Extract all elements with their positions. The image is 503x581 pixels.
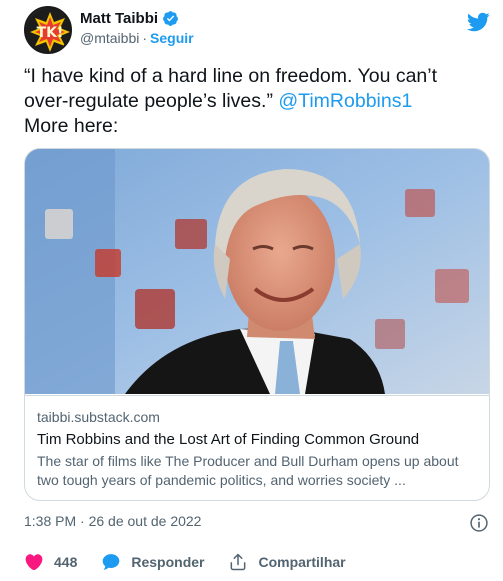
separator: · bbox=[142, 30, 148, 46]
card-domain: taibbi.substack.com bbox=[37, 409, 160, 425]
card-description: The star of films like The Producer and … bbox=[37, 453, 459, 488]
follow-button[interactable]: Seguir bbox=[150, 30, 194, 46]
mention-link[interactable]: @TimRobbins1 bbox=[278, 90, 412, 112]
tweet-timestamp[interactable]: 1:38 PM · 26 de out de 2022 bbox=[24, 513, 201, 529]
author-name[interactable]: Matt Taibbi bbox=[80, 10, 158, 27]
action-bar: 448 Responder Compartilhar bbox=[24, 551, 370, 573]
tweet-text: “I have kind of a hard line on freedom. … bbox=[24, 64, 484, 139]
tweet-more: More here: bbox=[24, 115, 119, 137]
card-title: Tim Robbins and the Lost Art of Finding … bbox=[37, 431, 420, 448]
twitter-bird-icon[interactable] bbox=[466, 10, 490, 34]
share-button[interactable]: Compartilhar bbox=[228, 552, 346, 572]
card-image[interactable] bbox=[25, 149, 489, 394]
tweet-header: TK! Matt Taibbi @mtaibbi · Seguir bbox=[24, 6, 494, 54]
reply-label: Responder bbox=[131, 554, 205, 570]
like-button[interactable]: 448 bbox=[24, 552, 77, 572]
link-card[interactable]: taibbi.substack.com Tim Robbins and the … bbox=[24, 148, 490, 501]
avatar[interactable]: TK! bbox=[24, 6, 72, 54]
like-count: 448 bbox=[54, 554, 78, 570]
info-icon[interactable] bbox=[469, 513, 489, 533]
author-handle[interactable]: @mtaibbi bbox=[80, 30, 139, 46]
share-label: Compartilhar bbox=[258, 554, 346, 570]
avatar-lettering: TK! bbox=[37, 25, 64, 41]
reply-bubble-icon bbox=[103, 554, 120, 570]
card-meta[interactable]: taibbi.substack.com Tim Robbins and the … bbox=[25, 395, 489, 500]
handle-row: @mtaibbi · Seguir bbox=[80, 30, 194, 46]
heart-icon bbox=[25, 554, 43, 571]
reply-button[interactable]: Responder bbox=[101, 552, 204, 572]
share-icon bbox=[231, 553, 246, 571]
user-info: Matt Taibbi @mtaibbi · Seguir bbox=[80, 10, 194, 46]
verified-badge-icon bbox=[163, 11, 178, 26]
